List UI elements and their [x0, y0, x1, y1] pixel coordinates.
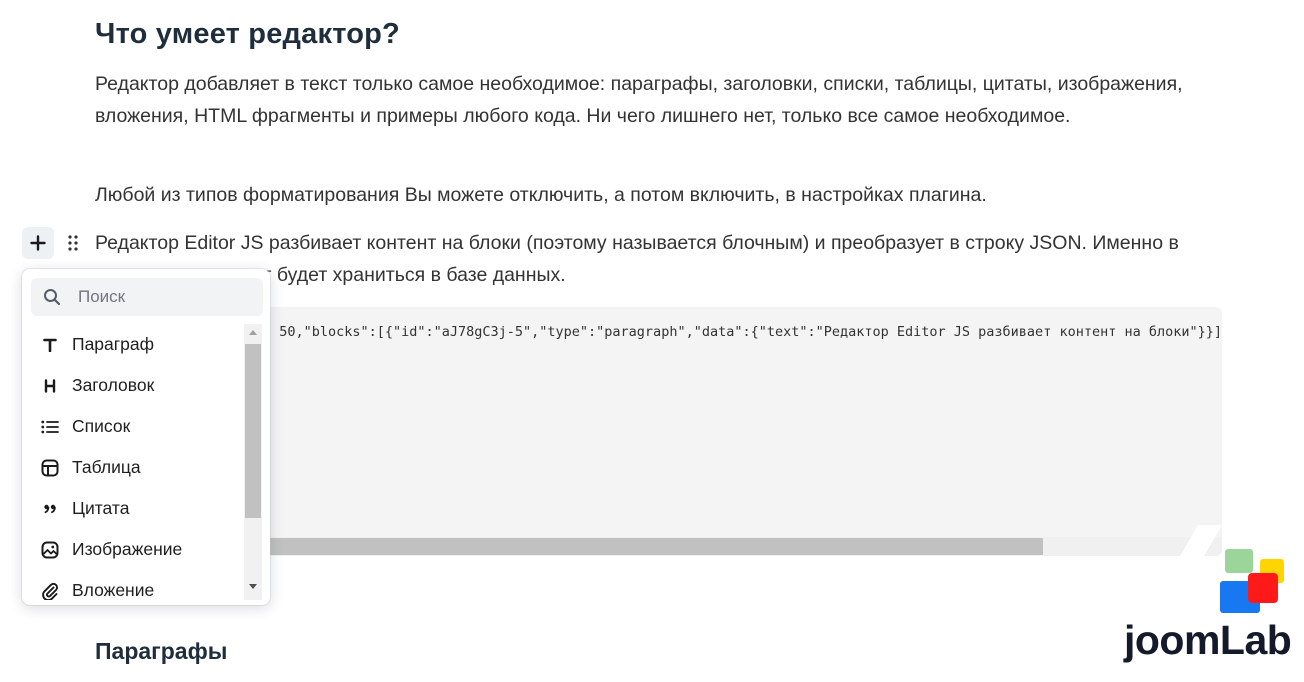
add-block-button[interactable]	[22, 227, 54, 259]
plus-icon	[30, 235, 46, 251]
section-subheading: Параграфы	[95, 638, 228, 664]
scroll-down-arrow-icon[interactable]	[249, 584, 257, 589]
toolbox-item-label: Параграф	[72, 334, 155, 354]
toolbox-item-label: Изображение	[72, 539, 183, 559]
image-icon	[39, 539, 61, 561]
toolbox-item-quote[interactable]: Цитата	[22, 488, 246, 529]
heading-icon	[39, 375, 61, 397]
paragraph-icon	[39, 334, 61, 356]
paragraph-features[interactable]: Редактор добавляет в текст только самое …	[95, 68, 1225, 132]
toolbox-list: Параграф Заголовок Список Таблица Цитата…	[22, 324, 246, 605]
toolbox-item-label: Заголовок	[72, 375, 155, 395]
toolbox-item-attachment[interactable]: Вложение	[22, 570, 246, 605]
paragraph-settings[interactable]: Любой из типов форматирования Вы можете …	[95, 179, 1225, 211]
attachment-icon	[39, 580, 61, 602]
code-scroll-thumb[interactable]	[225, 538, 1043, 555]
scroll-up-arrow-icon[interactable]	[249, 330, 257, 335]
block-toolbox-popover: Параграф Заголовок Список	[22, 269, 270, 605]
toolbox-item-label: Таблица	[72, 457, 141, 477]
toolbox-item-label: Список	[72, 416, 131, 436]
section-heading: Что умеет редактор?	[95, 18, 400, 50]
quote-icon	[39, 498, 61, 520]
toolbox-item-heading[interactable]: Заголовок	[22, 365, 246, 406]
search-icon	[44, 289, 61, 306]
toolbox-item-label: Вложение	[72, 580, 155, 600]
toolbox-scroll-thumb[interactable]	[245, 344, 261, 518]
joomlab-logo-icon	[1220, 549, 1284, 613]
toolbox-item-table[interactable]: Таблица	[22, 447, 246, 488]
toolbox-search[interactable]	[31, 278, 263, 316]
brand-logo-text: joomLab	[1124, 617, 1292, 663]
toolbox-item-list[interactable]: Список	[22, 406, 246, 447]
table-icon	[39, 457, 61, 479]
toolbox-vertical-scrollbar[interactable]	[244, 324, 262, 600]
toolbox-search-input[interactable]	[78, 287, 248, 307]
drag-handle-icon	[68, 235, 78, 251]
toolbox-item-image[interactable]: Изображение	[22, 529, 246, 570]
list-icon	[39, 416, 61, 438]
toolbox-item-paragraph[interactable]: Параграф	[22, 324, 246, 365]
block-settings-button[interactable]	[62, 231, 84, 255]
toolbox-item-label: Цитата	[72, 498, 130, 518]
